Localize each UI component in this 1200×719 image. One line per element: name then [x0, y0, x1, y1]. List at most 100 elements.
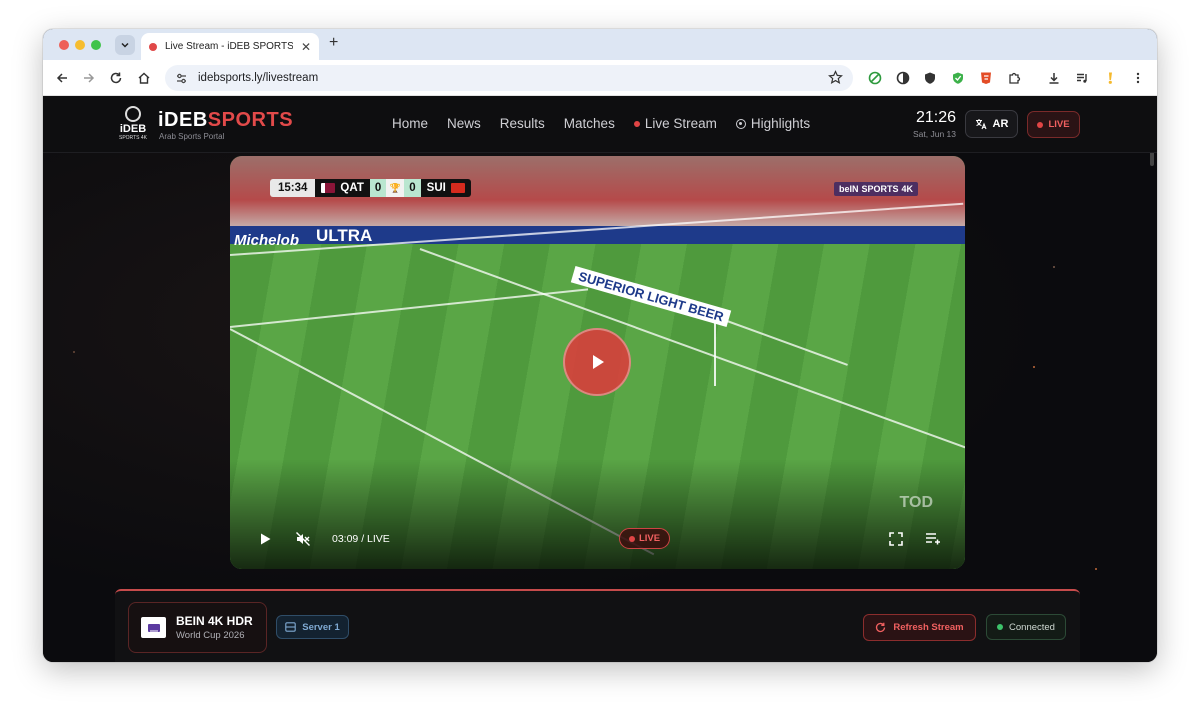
site-header: iDEB SPORTS 4K iDEBSPORTS Arab Sports Po… [43, 96, 1157, 153]
server-button[interactable]: Server 1 [276, 615, 349, 639]
refresh-stream-label: Refresh Stream [893, 622, 964, 633]
player-time: 03:09 / LIVE [332, 533, 390, 545]
server-label: Server 1 [302, 621, 340, 633]
clock-date: Sat, Jun 13 [912, 129, 956, 139]
clock-time: 21:26 [915, 109, 956, 126]
nav-live-stream-label: Live Stream [644, 116, 717, 131]
nav-news[interactable]: News [447, 116, 481, 131]
scoreboard: 15:34 QAT 0 🏆 0 SUI [270, 179, 471, 197]
browser-toolbar: idebsports.ly/livestream [43, 60, 1157, 96]
extension-half-circle-icon[interactable] [894, 69, 912, 87]
extension-shield-icon[interactable] [921, 69, 939, 87]
browser-tab[interactable]: Live Stream - iDEB SPORTS ✕ [141, 33, 319, 60]
extension-check-shield-icon[interactable] [949, 69, 967, 87]
forward-icon[interactable] [80, 69, 98, 87]
address-bar[interactable]: idebsports.ly/livestream [165, 65, 853, 91]
logo-text: iDEB [119, 123, 147, 135]
nav-matches[interactable]: Matches [564, 116, 615, 131]
brand-tagline: Arab Sports Portal [159, 132, 225, 141]
fullscreen-icon [889, 532, 903, 546]
home-team: QAT [315, 179, 370, 197]
highlights-icon [735, 118, 746, 129]
menu-icon[interactable] [1129, 69, 1147, 87]
extension-html-icon[interactable] [977, 69, 995, 87]
extension-block-icon[interactable] [866, 69, 884, 87]
bookmark-star-icon[interactable] [828, 70, 843, 85]
language-label: AR [992, 118, 1009, 130]
broadcaster-sports: SPORTS [861, 184, 899, 194]
away-team: SUI [420, 179, 471, 197]
ad-ultra: ULTRA [316, 226, 373, 245]
live-dot-icon [1037, 121, 1044, 128]
connection-status: Connected [986, 614, 1066, 640]
refresh-icon [876, 622, 886, 633]
playlist-add-icon [926, 533, 940, 545]
refresh-stream-button[interactable]: Refresh Stream [863, 614, 976, 641]
big-play-button[interactable] [563, 328, 631, 396]
new-tab-button[interactable]: + [329, 34, 338, 52]
broadcaster-logo: beIN SPORTS 4K [833, 182, 918, 196]
playlist-button[interactable] [924, 530, 942, 548]
server-icon [285, 622, 296, 632]
home-icon[interactable] [135, 69, 153, 87]
play-icon [261, 533, 271, 545]
download-icon[interactable] [1045, 69, 1063, 87]
reload-icon[interactable] [107, 69, 125, 87]
qatar-flag-icon [321, 183, 336, 193]
home-score: 0 [369, 179, 387, 197]
site-logo[interactable]: iDEB SPORTS 4K [119, 106, 147, 144]
back-icon[interactable] [53, 69, 71, 87]
away-score: 0 [404, 179, 421, 197]
brand-title-part-a: iDEB [158, 109, 208, 131]
nav-highlights-label: Highlights [750, 116, 811, 131]
live-badge-button[interactable]: LIVE [1027, 111, 1080, 138]
nav-highlights[interactable]: Highlights [735, 116, 811, 131]
nav-matches-label: Matches [563, 116, 615, 131]
channel-watermark: TOD [899, 494, 933, 511]
video-player[interactable]: Michelob ULTRA SUPERIOR LIGHT BEER 15:34… [230, 156, 965, 569]
muted-speaker-icon [296, 532, 310, 546]
channel-text: BEIN 4K HDR World Cup 2026 [176, 614, 253, 641]
minimize-window-button[interactable] [75, 40, 85, 50]
football-icon [125, 106, 141, 122]
mute-button[interactable] [294, 530, 312, 548]
nav-live-stream[interactable]: Live Stream [633, 116, 717, 131]
status-dot-icon [997, 624, 1004, 630]
broadcaster-quality: 4K [901, 184, 913, 194]
broadcaster-name: beIN [838, 184, 859, 194]
site-info-icon[interactable] [175, 72, 188, 85]
live-dot-icon [633, 120, 640, 127]
site-page: iDEB SPORTS 4K iDEBSPORTS Arab Sports Po… [43, 96, 1157, 662]
url-text: idebsports.ly/livestream [198, 72, 319, 84]
tab-search-button[interactable] [115, 35, 135, 55]
chevron-down-icon [121, 42, 129, 48]
nav-results[interactable]: Results [500, 116, 545, 131]
player-live-label: LIVE [638, 533, 661, 544]
tab-strip: Live Stream - iDEB SPORTS ✕ + [43, 29, 1157, 60]
nav-home[interactable]: Home [392, 116, 428, 131]
trophy-icon: 🏆 [386, 179, 405, 197]
brand-title[interactable]: iDEBSPORTS [158, 109, 293, 132]
fullscreen-button[interactable] [887, 530, 905, 548]
maximize-window-button[interactable] [91, 40, 101, 50]
play-icon [593, 355, 604, 369]
home-team-name: QAT [340, 182, 364, 194]
header-clock: 21:26 Sat, Jun 13 [903, 109, 956, 139]
profile-avatar-icon[interactable] [1101, 69, 1119, 87]
close-window-button[interactable] [59, 40, 69, 50]
extensions-puzzle-icon[interactable] [1005, 69, 1023, 87]
media-icon[interactable] [1073, 69, 1091, 87]
tab-close-icon[interactable]: ✕ [301, 40, 311, 54]
nav-home-label: Home [392, 116, 429, 131]
play-button[interactable] [256, 530, 274, 548]
live-badge-label: LIVE [1048, 119, 1070, 130]
channel-card[interactable]: BEIN 4K HDR World Cup 2026 [128, 602, 267, 653]
swiss-flag-icon [450, 183, 465, 193]
main-nav: Home News Results Matches Live Stream Hi… [392, 116, 810, 131]
player-live-button[interactable]: LIVE [619, 528, 670, 549]
match-clock: 15:34 [270, 179, 316, 197]
tab-title: Live Stream - iDEB SPORTS [165, 41, 293, 52]
live-dot-icon [628, 535, 635, 542]
language-button[interactable]: AR [965, 110, 1018, 138]
favicon-icon [149, 42, 157, 51]
